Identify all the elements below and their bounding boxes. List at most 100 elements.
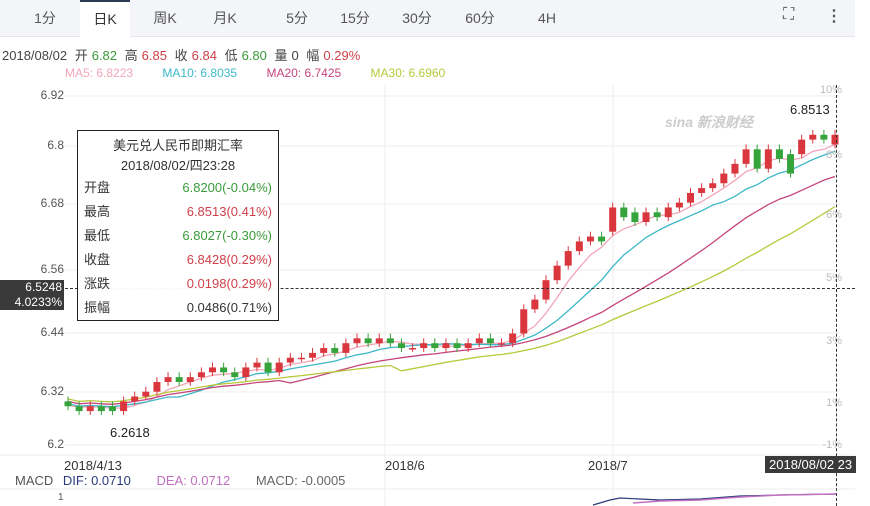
candle-up <box>253 362 261 368</box>
candle-up <box>698 188 706 193</box>
max-price-label: 6.8513 <box>790 102 830 117</box>
candle-up <box>531 299 539 310</box>
candle-up <box>242 367 250 378</box>
candle-up <box>309 352 317 358</box>
candle-up <box>209 367 217 373</box>
candle-down <box>397 343 405 349</box>
candle-down <box>431 343 439 349</box>
candle-up <box>186 377 194 382</box>
y-tick-label: 6.44 <box>40 325 64 339</box>
x-tick-label: 2018/7 <box>588 458 628 473</box>
tooltip-row: 涨跌 0.0198(0.29%) <box>78 272 278 296</box>
candle-up <box>409 348 417 350</box>
candle-up <box>731 163 739 174</box>
tooltip-row-label: 最高 <box>84 204 111 219</box>
candle-up <box>520 309 528 334</box>
y-tick-label: 6.56 <box>40 262 64 276</box>
candle-up <box>675 202 683 208</box>
y-tick-label: 6.8 <box>47 138 64 152</box>
tooltip-row-value: 0.0198(0.29%) <box>186 276 272 291</box>
tooltip-row: 收盘 6.8428(0.29%) <box>78 248 278 272</box>
tooltip-row-label: 涨跌 <box>84 276 111 291</box>
candle-up <box>120 401 128 412</box>
candle-up <box>420 343 428 349</box>
candle-down <box>364 338 372 344</box>
candle-down <box>453 343 461 349</box>
candle-down <box>108 406 116 412</box>
candle-down <box>820 134 828 140</box>
candle-down <box>486 338 494 344</box>
candle-down <box>753 149 761 169</box>
candle-up <box>742 149 750 164</box>
candle-up <box>131 396 139 402</box>
macd-value: MACD: -0.0005 <box>255 473 346 488</box>
candle-up <box>586 236 594 242</box>
y-tick-label: 6.92 <box>40 88 64 102</box>
sina-watermark: sina 新浪财经 <box>665 114 753 130</box>
candle-up <box>720 173 728 184</box>
candle-down <box>264 362 272 373</box>
tooltip-row-label: 振幅 <box>84 300 111 315</box>
candle-up <box>498 343 506 345</box>
candle-down <box>787 154 795 174</box>
candle-up <box>509 333 517 344</box>
macd-dea-line <box>632 493 837 504</box>
y-tick-label: 6.68 <box>40 196 64 210</box>
candle-down <box>231 372 239 378</box>
x-tick-label: 2018/6 <box>385 458 425 473</box>
macd-dea: DEA: 0.0712 <box>156 473 231 488</box>
tooltip-row-label: 开盘 <box>84 180 111 195</box>
candle-down <box>620 207 628 218</box>
candle-up <box>320 348 328 353</box>
candle-up <box>275 362 283 373</box>
macd-dif: DIF: 0.0710 <box>62 473 131 488</box>
candle-up <box>442 343 450 349</box>
candle-up <box>164 377 172 382</box>
tooltip-row-value: 6.8513(0.41%) <box>186 204 272 219</box>
y-tick-label: 6.2 <box>47 437 64 451</box>
tooltip-row: 振幅 0.0486(0.71%) <box>78 296 278 320</box>
y-tick-label: 6.32 <box>40 384 64 398</box>
candle-down <box>175 377 183 382</box>
min-price-label: 6.2618 <box>110 425 150 440</box>
candle-up <box>153 381 161 392</box>
candle-up <box>564 251 572 266</box>
candle-up <box>798 139 806 155</box>
candle-up <box>375 338 383 344</box>
candle-down <box>331 348 339 353</box>
crosshair-date: 2018/08/02 23 <box>765 456 857 473</box>
candle-up <box>642 212 650 223</box>
candle-down <box>653 212 661 218</box>
x-tick-label: 2018/4/13 <box>64 458 122 473</box>
tooltip-row: 开盘 6.8200(-0.04%) <box>78 176 278 200</box>
tooltip-row: 最高 6.8513(0.41%) <box>78 200 278 224</box>
candle-up <box>609 207 617 232</box>
candle-down <box>75 406 83 412</box>
candle-up <box>86 406 94 412</box>
candle-up <box>686 192 694 203</box>
candle-up <box>197 372 205 378</box>
candle-down <box>631 212 639 223</box>
crosshair-price: 6.5248 <box>25 280 62 294</box>
tooltip-row-value: 6.8428(0.29%) <box>186 252 272 267</box>
tooltip-datetime: 2018/08/02/四23:28 <box>120 158 236 173</box>
macd-label: MACD <box>15 473 54 488</box>
tooltip-row-value: 6.8027(-0.30%) <box>182 228 272 243</box>
candle-up <box>553 265 561 281</box>
macd-legend: MACD DIF: 0.0710 DEA: 0.0712 MACD: -0.00… <box>15 473 367 488</box>
tooltip: 美元兑人民币即期汇率 2018/08/02/四23:28 开盘 6.8200(-0… <box>77 130 279 321</box>
candle-down <box>220 367 228 373</box>
candle-up <box>542 280 550 300</box>
candle-down <box>386 338 394 344</box>
candle-down <box>64 401 72 407</box>
candle-up <box>709 183 717 189</box>
tooltip-row-label: 最低 <box>84 228 111 243</box>
tooltip-row: 最低 6.8027(-0.30%) <box>78 224 278 248</box>
candle-up <box>353 338 361 344</box>
crosshair-price-box: 6.5248 4.0233% <box>0 280 64 310</box>
candle-down <box>97 406 105 412</box>
candle-up <box>464 343 472 349</box>
candle-up <box>575 241 583 252</box>
candle-up <box>475 338 483 344</box>
tooltip-row-value: 0.0486(0.71%) <box>186 300 272 315</box>
